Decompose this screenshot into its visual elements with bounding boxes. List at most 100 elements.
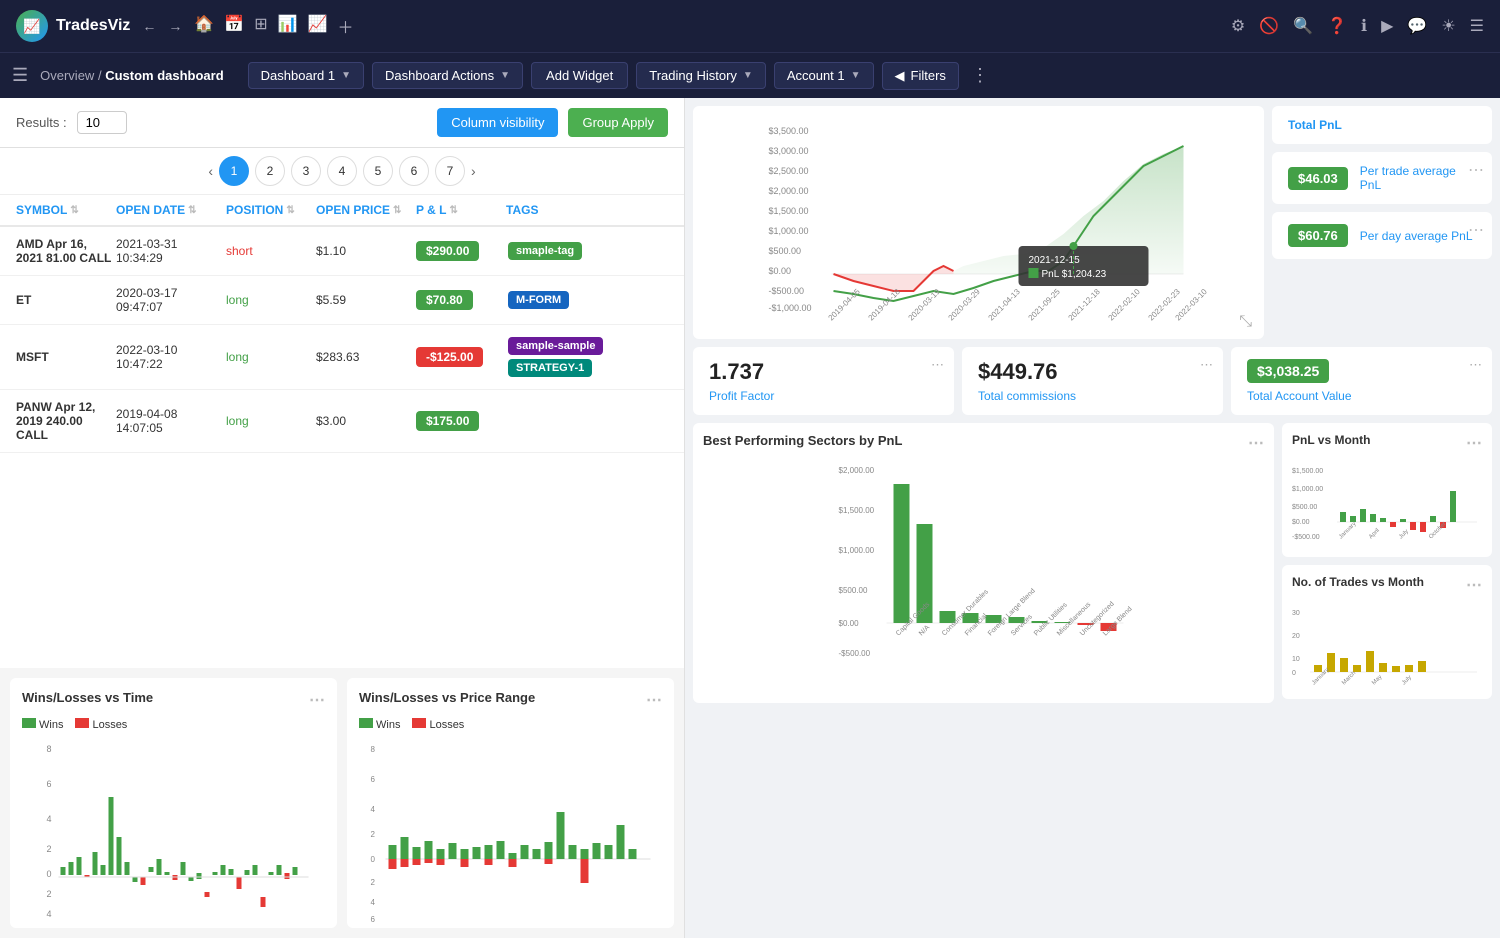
col-header-open-price[interactable]: OPEN PRICE⇅ — [316, 203, 416, 217]
svg-text:May: May — [1371, 674, 1383, 686]
card-options-icon[interactable]: ⋯ — [1200, 357, 1213, 373]
total-commissions-value: $449.76 — [978, 359, 1207, 385]
svg-text:2: 2 — [47, 844, 52, 854]
cell-tags: M-FORM — [506, 289, 668, 311]
video-icon[interactable]: ▶ — [1381, 16, 1393, 36]
search-icon[interactable]: 🔍 — [1293, 16, 1313, 36]
cell-open-price: $283.63 — [316, 350, 416, 364]
svg-text:$1,000.00: $1,000.00 — [1292, 486, 1323, 493]
page-3-button[interactable]: 3 — [291, 156, 321, 186]
chevron-down-icon: ▼ — [851, 70, 861, 81]
cell-position: long — [226, 293, 316, 307]
card-options-icon[interactable]: ⋯ — [931, 357, 944, 373]
card-options-icon[interactable]: ⋯ — [1468, 220, 1484, 240]
column-visibility-button[interactable]: Column visibility — [437, 108, 558, 137]
add-widget-button[interactable]: Add Widget — [531, 62, 628, 89]
svg-text:2022-02-10: 2022-02-10 — [1107, 287, 1143, 323]
chart-options-icon[interactable]: ⋯ — [309, 690, 325, 710]
account-dropdown[interactable]: Account 1 ▼ — [774, 62, 874, 89]
wins-losses-time-chart: Wins/Losses vs Time ⋯ Wins Losses 8 6 4 … — [10, 678, 337, 928]
page-6-button[interactable]: 6 — [399, 156, 429, 186]
pagination: ‹ 1 2 3 4 5 6 7 › — [0, 148, 684, 195]
cell-pnl: $175.00 — [416, 411, 506, 431]
col-header-open-date[interactable]: OPEN DATE⇅ — [116, 203, 226, 217]
dashboard-actions-dropdown[interactable]: Dashboard Actions ▼ — [372, 62, 523, 89]
results-input[interactable] — [77, 111, 127, 134]
chart-icon[interactable]: 📊 — [278, 14, 298, 38]
table-row[interactable]: MSFT 2022-03-10 10:47:22 long $283.63 -$… — [0, 325, 684, 390]
chart-options-icon[interactable]: ⋯ — [646, 690, 662, 710]
block-icon[interactable]: 🚫 — [1259, 16, 1279, 36]
per-day-avg-pnl-card: $60.76 Per day average PnL ⋯ — [1272, 212, 1492, 259]
next-page-button[interactable]: › — [471, 163, 476, 179]
svg-text:0: 0 — [1292, 670, 1296, 677]
cell-tags: smaple-tag — [506, 240, 668, 262]
col-header-position[interactable]: POSITION⇅ — [226, 203, 316, 217]
total-commissions-card: $449.76 Total commissions ⋯ — [962, 347, 1223, 415]
cell-pnl: -$125.00 — [416, 347, 506, 367]
table-row[interactable]: ET 2020-03-17 09:47:07 long $5.59 $70.80… — [0, 276, 684, 325]
dashboard-dropdown[interactable]: Dashboard 1 ▼ — [248, 62, 364, 89]
theme-icon[interactable]: ☀ — [1441, 16, 1455, 36]
chart-options-icon[interactable]: ⋯ — [1466, 433, 1482, 453]
svg-text:2021-12-15: 2021-12-15 — [1029, 255, 1081, 266]
cell-tags: sample-sample STRATEGY-1 — [506, 335, 668, 379]
card-options-icon[interactable]: ⋯ — [1468, 160, 1484, 180]
table-toolbar: Results : Column visibility Group Apply — [0, 98, 684, 148]
page-1-button[interactable]: 1 — [219, 156, 249, 186]
chart-expand-icon[interactable]: ⤡ — [1239, 313, 1252, 331]
svg-text:January: January — [1338, 521, 1357, 540]
wins-losses-time-title: Wins/Losses vs Time — [22, 690, 153, 710]
page-7-button[interactable]: 7 — [435, 156, 465, 186]
group-apply-button[interactable]: Group Apply — [568, 108, 668, 137]
total-commissions-label: Total commissions — [978, 389, 1207, 403]
cell-open-date: 2020-03-17 09:47:07 — [116, 286, 226, 314]
page-4-button[interactable]: 4 — [327, 156, 357, 186]
back-button[interactable]: ← — [142, 18, 156, 34]
profit-factor-value: 1.737 — [709, 359, 938, 385]
sectors-chart-card: Best Performing Sectors by PnL ⋯ $2,000.… — [693, 423, 1274, 703]
home-icon[interactable]: 🏠 — [194, 14, 214, 38]
card-options-icon[interactable]: ⋯ — [1469, 357, 1482, 373]
svg-text:$3,000.00: $3,000.00 — [769, 146, 809, 156]
plus-icon[interactable]: ＋ — [338, 14, 354, 38]
svg-text:8: 8 — [47, 744, 52, 754]
table-row[interactable]: PANW Apr 12, 2019 240.00 CALL 2019-04-08… — [0, 390, 684, 453]
svg-text:October: October — [1428, 521, 1447, 540]
table-row[interactable]: AMD Apr 16, 2021 81.00 CALL 2021-03-31 1… — [0, 227, 684, 276]
prev-page-button[interactable]: ‹ — [208, 163, 213, 179]
forward-button[interactable]: → — [168, 18, 182, 34]
total-account-value-label: Total Account Value — [1247, 389, 1476, 403]
calendar-icon[interactable]: 📅 — [224, 14, 244, 38]
help-icon[interactable]: ❓ — [1327, 16, 1347, 36]
menu-icon[interactable]: ☰ — [1470, 16, 1484, 36]
page-2-button[interactable]: 2 — [255, 156, 285, 186]
pnl-month-title: PnL vs Month — [1292, 433, 1370, 453]
logo[interactable]: 📈 TradesViz — [16, 10, 130, 42]
filters-button[interactable]: ◀ Filters — [882, 62, 959, 90]
wins-losses-price-title: Wins/Losses vs Price Range — [359, 690, 535, 710]
chat-icon[interactable]: 💬 — [1407, 16, 1427, 36]
chart-options-icon[interactable]: ⋯ — [1248, 433, 1264, 453]
svg-text:30: 30 — [1292, 610, 1300, 617]
trending-icon[interactable]: 📈 — [308, 14, 328, 38]
col-header-pnl[interactable]: P & L⇅ — [416, 203, 506, 217]
profit-factor-label: Profit Factor — [709, 389, 938, 403]
breadcrumb-overview[interactable]: Overview — [40, 68, 94, 83]
svg-text:2020-03-29: 2020-03-29 — [947, 287, 983, 323]
filter-arrow-icon: ◀ — [895, 68, 905, 84]
info-icon[interactable]: ℹ — [1361, 16, 1367, 36]
chart-options-icon[interactable]: ⋯ — [1466, 575, 1482, 595]
svg-text:July: July — [1398, 529, 1410, 541]
col-header-symbol[interactable]: SYMBOL⇅ — [16, 203, 116, 217]
pnl-line-chart-card: $3,500.00 $3,000.00 $2,500.00 $2,000.00 … — [693, 106, 1264, 339]
settings-icon[interactable]: ⚙ — [1231, 16, 1245, 36]
sidebar-toggle[interactable]: ☰ — [12, 65, 28, 86]
page-5-button[interactable]: 5 — [363, 156, 393, 186]
trades-month-chart-card: No. of Trades vs Month ⋯ 30 20 10 0 — [1282, 565, 1492, 699]
trading-history-dropdown[interactable]: Trading History ▼ — [636, 62, 766, 89]
svg-text:PnL $1,204.23: PnL $1,204.23 — [1042, 269, 1107, 280]
svg-text:4: 4 — [371, 898, 376, 907]
more-options-icon[interactable]: ⋮ — [971, 65, 989, 86]
layout-icon[interactable]: ⊞ — [254, 14, 267, 38]
